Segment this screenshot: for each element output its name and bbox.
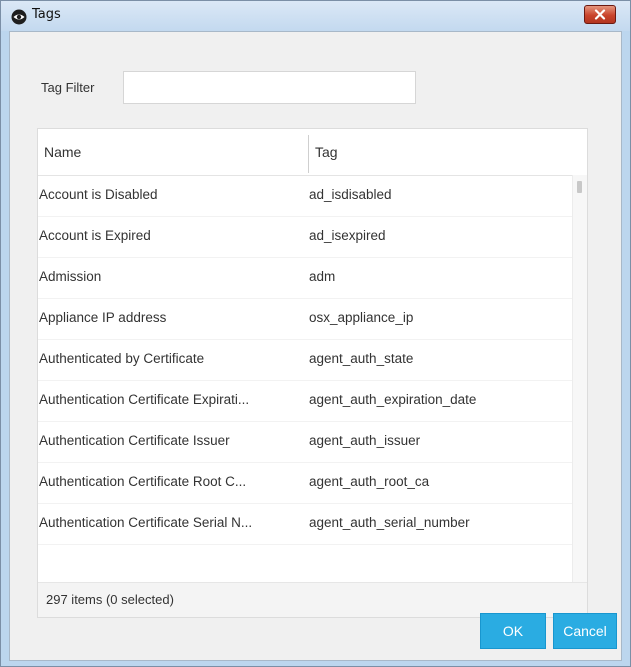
table-row[interactable]: Authentication Certificate Root C... age… bbox=[38, 462, 575, 504]
cell-name: Authenticated by Certificate bbox=[39, 351, 205, 366]
cell-tag: ad_isdisabled bbox=[309, 187, 392, 202]
cell-tag: agent_auth_state bbox=[309, 351, 414, 366]
cell-name: Appliance IP address bbox=[39, 310, 167, 325]
cell-name: Authentication Certificate Expirati... bbox=[39, 392, 250, 407]
table-row[interactable]: Authenticated by Certificate agent_auth_… bbox=[38, 339, 575, 381]
cell-tag: agent_auth_issuer bbox=[309, 433, 421, 448]
item-count-status: 297 items (0 selected) bbox=[38, 582, 587, 617]
close-button[interactable] bbox=[584, 5, 616, 24]
dialog-title: Tags bbox=[32, 7, 61, 22]
table-row[interactable]: Account is Disabled ad_isdisabled bbox=[38, 175, 575, 217]
close-icon bbox=[594, 9, 606, 20]
table-body: Account is Disabled ad_isdisabled Accoun… bbox=[38, 175, 575, 584]
table-header: Name Tag bbox=[38, 129, 587, 176]
tag-filter-input[interactable] bbox=[123, 71, 416, 104]
cell-tag: ad_isexpired bbox=[309, 228, 386, 243]
cell-name: Admission bbox=[39, 269, 102, 284]
tags-table: Name Tag Account is Disabled ad_isdisabl… bbox=[37, 128, 588, 618]
table-row[interactable]: Appliance IP address osx_appliance_ip bbox=[38, 298, 575, 340]
cell-tag: osx_appliance_ip bbox=[309, 310, 414, 325]
tags-dialog: Tags Tag Filter Name Tag Account is Disa… bbox=[0, 0, 631, 667]
cell-tag: agent_auth_serial_number bbox=[309, 515, 470, 530]
table-row[interactable]: Authentication Certificate Serial N... a… bbox=[38, 503, 575, 545]
column-divider[interactable] bbox=[308, 135, 309, 173]
table-row[interactable]: Account is Expired ad_isexpired bbox=[38, 216, 575, 258]
scrollbar-thumb[interactable] bbox=[577, 181, 582, 193]
dialog-body: Tag Filter Name Tag Account is Disabled … bbox=[9, 31, 622, 661]
cell-name: Account is Expired bbox=[39, 228, 151, 243]
title-bar[interactable]: Tags bbox=[1, 1, 630, 31]
ok-button[interactable]: OK bbox=[480, 613, 546, 649]
cell-name: Authentication Certificate Issuer bbox=[39, 433, 230, 448]
column-header-tag[interactable]: Tag bbox=[315, 129, 338, 175]
cell-tag: adm bbox=[309, 269, 336, 284]
table-row[interactable]: Authentication Certificate Issuer agent_… bbox=[38, 421, 575, 463]
cancel-button[interactable]: Cancel bbox=[553, 613, 617, 649]
table-row[interactable]: Authentication Certificate Expirati... a… bbox=[38, 380, 575, 422]
cell-tag: agent_auth_root_ca bbox=[309, 474, 430, 489]
cell-name: Authentication Certificate Serial N... bbox=[39, 515, 253, 530]
table-row[interactable]: Admission adm bbox=[38, 257, 575, 299]
tag-filter-label: Tag Filter bbox=[41, 80, 95, 95]
cell-name: Authentication Certificate Root C... bbox=[39, 474, 247, 489]
eye-icon bbox=[11, 9, 27, 25]
cell-tag: agent_auth_expiration_date bbox=[309, 392, 477, 407]
cell-name: Account is Disabled bbox=[39, 187, 158, 202]
table-scrollbar[interactable] bbox=[572, 175, 587, 584]
column-header-name[interactable]: Name bbox=[44, 129, 81, 175]
